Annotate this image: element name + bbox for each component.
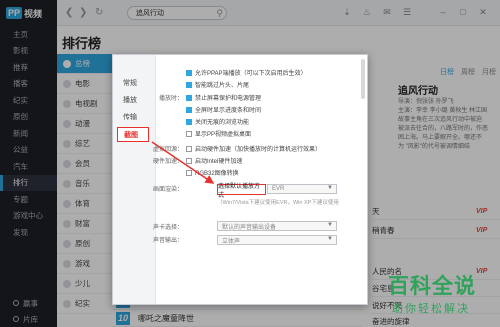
checkbox-label: 全屏时显示进度条和时间 (195, 108, 262, 114)
checkbox-icon (186, 130, 192, 137)
checkbox-label: RGB32图像转换 (195, 171, 239, 177)
section-label: 硬件加速： (153, 159, 184, 165)
section-label: 画面渲染： (153, 187, 184, 193)
checkbox-label: 关闭无痕的浏览功能 (195, 120, 250, 126)
checkbox-label: 启动Intel硬件加速 (195, 159, 243, 165)
watermark: 百科全说 助你轻松解决 (388, 270, 500, 327)
section-label: 虚拟回源： (153, 147, 184, 153)
pptv-app-window: PP 视频 主页 影视 推荐 播客 纪实 原创 新闻 公益 汽车 排行 专题 游戏中心 发现 赢事 片库 … (0, 0, 500, 327)
checkbox-label: 允许PPAP端播放（可以下次启用后生效） (195, 71, 307, 77)
checkbox-label: 显示PP视频虚拟桌面 (195, 132, 252, 138)
watermark-subtitle: 助你轻松解决 (392, 303, 470, 315)
render-select-value: EVR (272, 186, 285, 192)
settings-checkbox[interactable]: 禁止屏幕保护和电源管理 (186, 93, 261, 102)
settings-checkbox[interactable]: 智能跳过片头、片尾 (186, 80, 249, 89)
sound-output-value: 立体声 (222, 238, 241, 245)
settings-checkbox[interactable]: 关闭无痕的浏览功能 (186, 117, 249, 126)
section-label: 声音输出： (153, 238, 184, 244)
render-mode-button[interactable]: 选择默认播放方式 (217, 184, 266, 199)
section-label: 播放时： (158, 96, 183, 102)
section-label: 声卡选择： (153, 225, 184, 231)
chevron-down-icon: ▼ (327, 236, 333, 242)
checkbox-icon (186, 81, 192, 88)
settings-checkbox[interactable]: RGB32图像转换 (186, 168, 239, 177)
settings-checkbox[interactable]: 启动Intel硬件加速 (186, 156, 242, 165)
settings-nav-item[interactable]: 截图 (117, 127, 149, 142)
render-select[interactable]: EVR ▼ (267, 184, 337, 194)
chevron-down-icon: ▼ (327, 185, 333, 191)
settings-checkbox[interactable]: 显示PP视频虚拟桌面 (186, 129, 251, 138)
checkbox-icon (186, 118, 192, 125)
settings-scrollbar[interactable] (361, 59, 365, 99)
checkbox-icon (186, 157, 192, 164)
sound-card-select[interactable]: 默认的声音输出设备 ▼ (217, 221, 337, 231)
settings-dialog: 常规播放传输截图 播放时： 虚拟回源： 硬件加速： 画面渲染： 声卡选择： 声音输出： 允许… (112, 54, 368, 305)
checkbox-icon (186, 106, 192, 113)
sound-output-select[interactable]: 立体声 ▼ (217, 235, 337, 245)
settings-checkbox[interactable]: 全屏时显示进度条和时间 (186, 105, 261, 114)
render-hint: （Win7/Vista下建议使用EVR，Win XP下建议使用 (217, 200, 339, 206)
settings-nav: 常规 播放 传输 截图 (113, 55, 156, 304)
checkbox-label: 禁止屏幕保护和电源管理 (195, 96, 262, 102)
settings-checkbox[interactable]: 允许PPAP端播放（可以下次启用后生效） (186, 68, 307, 77)
watermark-title: 百科全说 (388, 275, 476, 298)
settings-nav-item[interactable]: 传输 (113, 109, 156, 124)
sound-card-value: 默认的声音输出设备 (222, 224, 277, 231)
checkbox-icon (186, 169, 192, 176)
checkbox-icon (186, 145, 192, 152)
chevron-down-icon: ▼ (327, 222, 333, 228)
checkbox-icon (186, 69, 192, 76)
checkbox-label: 启动硬件加速（加快播放时的计算机运行效果） (195, 147, 322, 153)
settings-nav-item[interactable]: 播放 (113, 92, 156, 107)
checkbox-icon (186, 94, 192, 101)
settings-nav-item[interactable]: 常规 (113, 75, 156, 90)
settings-checkbox[interactable]: 启动硬件加速（加快播放时的计算机运行效果） (186, 144, 321, 153)
checkbox-label: 智能跳过片头、片尾 (195, 83, 250, 89)
